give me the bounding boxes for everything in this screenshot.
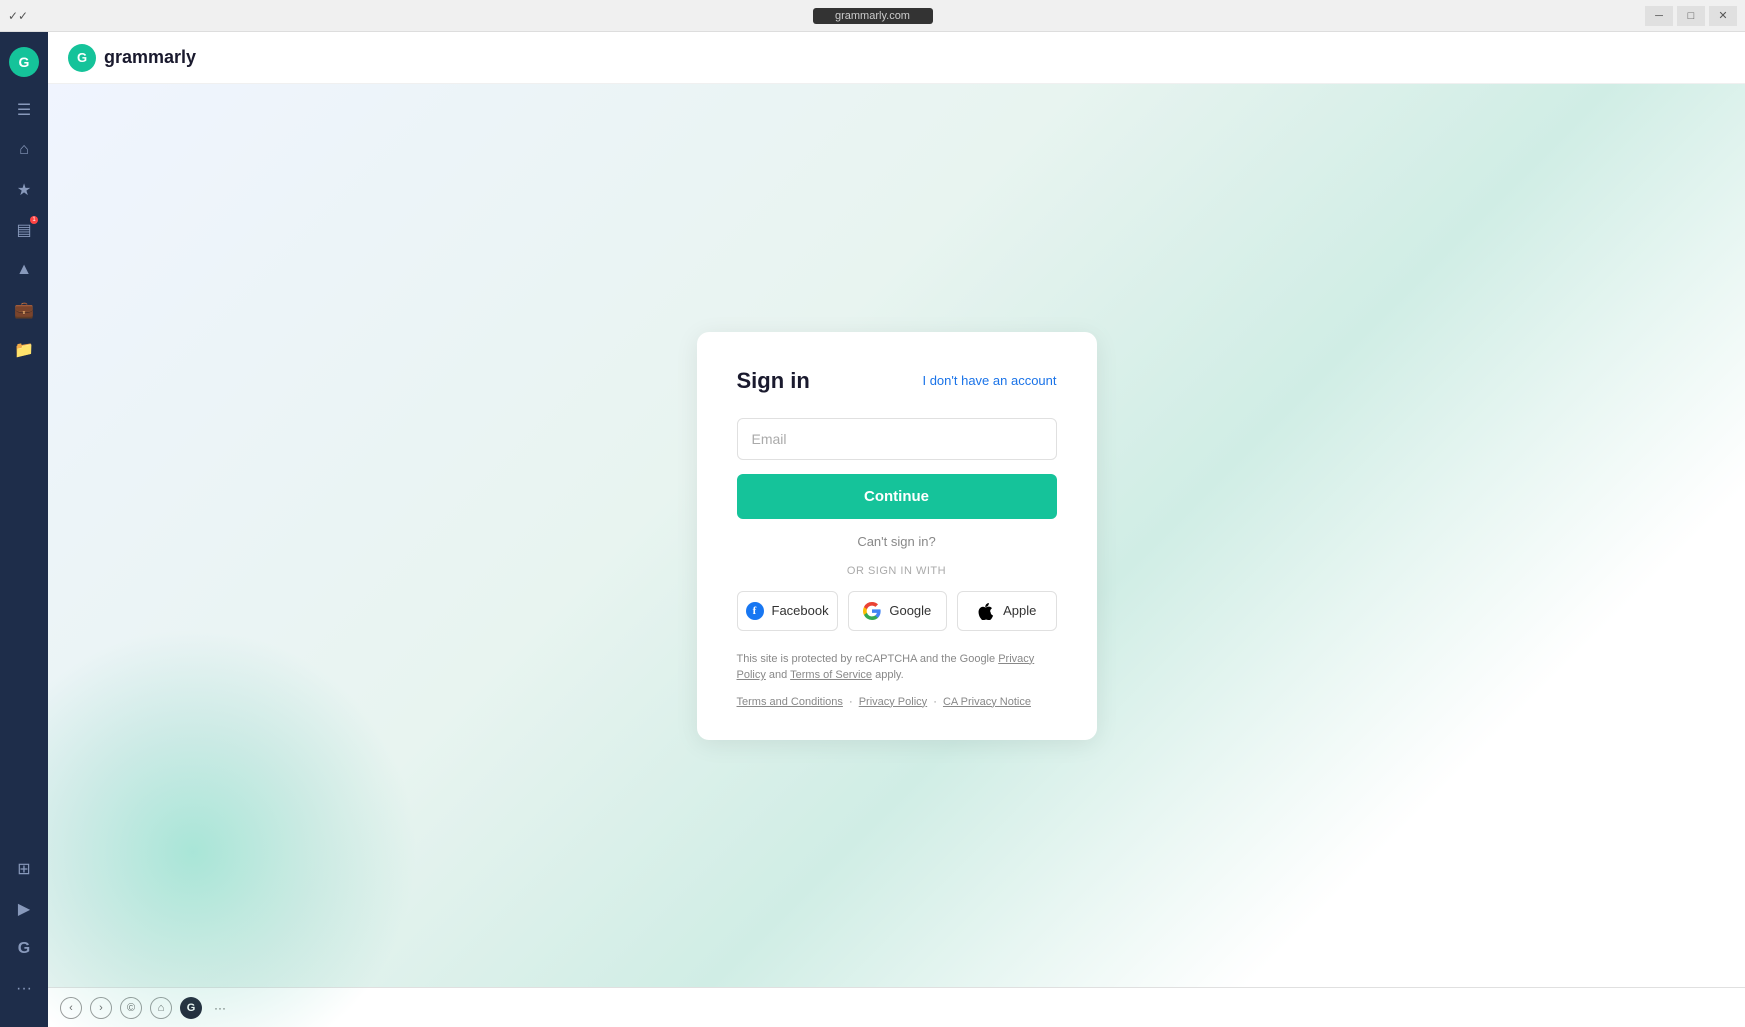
more-options[interactable]: ···: [214, 1001, 226, 1015]
sidebar-item-menu[interactable]: ☰: [6, 92, 42, 128]
sidebar-item-folder[interactable]: 📁: [6, 332, 42, 368]
sidebar-item-send[interactable]: ▲: [6, 252, 42, 288]
menu-icon: ☰: [17, 100, 31, 120]
separator-2: ·: [933, 696, 937, 708]
apple-label: Apple: [1003, 603, 1036, 618]
copyright-icon[interactable]: ©: [120, 997, 142, 1019]
signin-card-wrapper: Sign in I don't have an account Continue…: [48, 84, 1745, 987]
address-text: grammarly.com: [813, 8, 933, 24]
sidebar-item-home[interactable]: ⌂: [6, 132, 42, 168]
sidebar-logo: G: [6, 44, 42, 80]
main-content: G grammarly Sign in I don't have an acco…: [48, 32, 1745, 1027]
document-icon: ▤: [16, 220, 31, 240]
folder-icon: 📁: [14, 340, 34, 360]
sidebar-bottom: ⊞ ▶ G ···: [6, 851, 42, 1015]
titlebar-address-bar[interactable]: grammarly.com: [813, 8, 933, 24]
paper-plane-icon: ▶: [18, 899, 30, 919]
sidebar-item-calendar[interactable]: ⊞: [6, 851, 42, 887]
topbar-logo-circle: G: [68, 44, 96, 72]
sidebar-item-paper-plane[interactable]: ▶: [6, 891, 42, 927]
apple-icon: [977, 602, 995, 620]
more-icon: ···: [16, 980, 32, 998]
terms-conditions-link[interactable]: Terms and Conditions: [737, 696, 843, 708]
titlebar: ✓✓ grammarly.com ─ □ ✕: [0, 0, 1745, 32]
forward-button[interactable]: ›: [90, 997, 112, 1019]
create-account-link[interactable]: I don't have an account: [922, 373, 1056, 388]
signin-card: Sign in I don't have an account Continue…: [697, 332, 1097, 740]
social-buttons: f Facebook Google: [737, 591, 1057, 631]
legal-apply-text: apply.: [875, 669, 904, 681]
checkmark-icon: ✓✓: [8, 9, 28, 23]
legal-terms-link[interactable]: Terms of Service: [790, 669, 872, 681]
minimize-button[interactable]: ─: [1645, 6, 1673, 26]
or-divider: OR SIGN IN WITH: [737, 565, 1057, 577]
notification-badge: 1: [30, 216, 38, 224]
google-label: Google: [889, 603, 931, 618]
star-icon: ★: [17, 180, 31, 200]
topbar-logo-letter: G: [77, 50, 87, 65]
privacy-policy-link[interactable]: Privacy Policy: [859, 696, 927, 708]
g-bottom-button[interactable]: G: [180, 997, 202, 1019]
close-button[interactable]: ✕: [1709, 6, 1737, 26]
legal-text: This site is protected by reCAPTCHA and …: [737, 651, 1057, 684]
sidebar-item-starred[interactable]: ★: [6, 172, 42, 208]
bottom-bar: ‹ › © ⌂ G ···: [48, 987, 1745, 1027]
sidebar-item-more[interactable]: ···: [6, 971, 42, 1007]
legal-links: Terms and Conditions · Privacy Policy · …: [737, 696, 1057, 708]
home-bottom-icon[interactable]: ⌂: [150, 997, 172, 1019]
app-container: G ☰ ⌂ ★ ▤ 1 ▲ 💼 📁: [0, 32, 1745, 1027]
sidebar-top: G ☰ ⌂ ★ ▤ 1 ▲ 💼 📁: [6, 44, 42, 851]
home-icon: ⌂: [19, 141, 29, 159]
g-icon: G: [18, 940, 30, 958]
titlebar-checkmark: ✓✓: [8, 9, 28, 23]
signin-header: Sign in I don't have an account: [737, 368, 1057, 394]
cant-signin: Can't sign in?: [737, 533, 1057, 551]
send-icon: ▲: [16, 261, 32, 279]
google-signin-button[interactable]: Google: [848, 591, 947, 631]
sidebar-item-documents[interactable]: ▤ 1: [6, 212, 42, 248]
maximize-button[interactable]: □: [1677, 6, 1705, 26]
google-icon: [863, 602, 881, 620]
back-button[interactable]: ‹: [60, 997, 82, 1019]
continue-button[interactable]: Continue: [737, 474, 1057, 519]
email-input[interactable]: [737, 418, 1057, 460]
facebook-label: Facebook: [772, 603, 829, 618]
topbar-brand-name: grammarly: [104, 47, 196, 68]
sidebar: G ☰ ⌂ ★ ▤ 1 ▲ 💼 📁: [0, 32, 48, 1027]
calendar-icon: ⊞: [17, 859, 30, 879]
logo-area: G grammarly: [68, 44, 196, 72]
legal-before-text: This site is protected by reCAPTCHA and …: [737, 653, 996, 665]
facebook-icon: f: [746, 602, 764, 620]
briefcase-icon: 💼: [14, 300, 34, 320]
window-controls: ─ □ ✕: [1645, 6, 1737, 26]
separator-1: ·: [849, 696, 853, 708]
grammarly-logo-circle: G: [9, 47, 39, 77]
sidebar-item-g[interactable]: G: [6, 931, 42, 967]
apple-signin-button[interactable]: Apple: [957, 591, 1056, 631]
logo-letter: G: [19, 54, 30, 70]
signin-title: Sign in: [737, 368, 810, 394]
facebook-signin-button[interactable]: f Facebook: [737, 591, 838, 631]
sidebar-item-briefcase[interactable]: 💼: [6, 292, 42, 328]
cant-signin-link[interactable]: Can't sign in?: [857, 534, 935, 549]
topbar: G grammarly: [48, 32, 1745, 84]
ca-privacy-link[interactable]: CA Privacy Notice: [943, 696, 1031, 708]
legal-and-text: and: [769, 669, 787, 681]
